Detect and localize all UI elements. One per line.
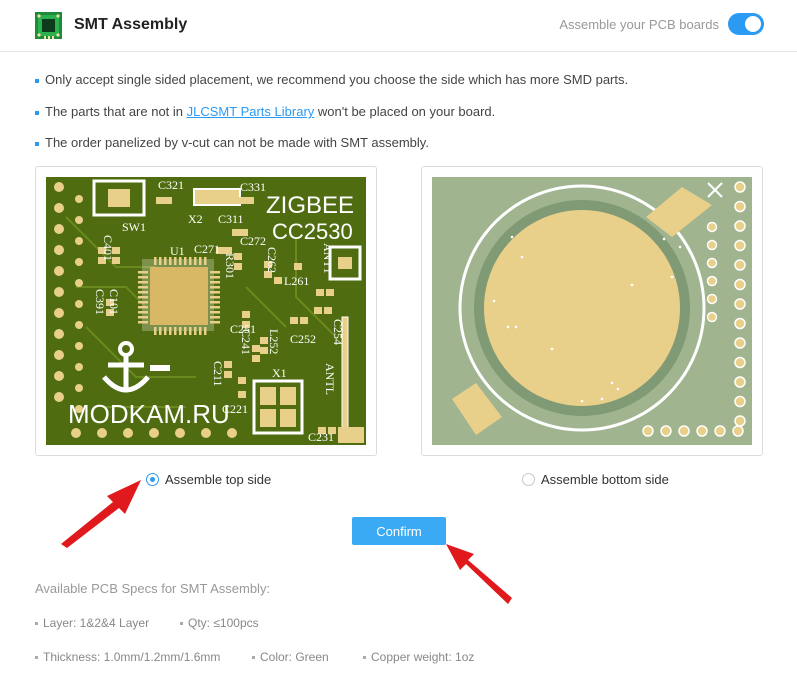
note-vcut: The order panelized by v-cut can not be … bbox=[35, 135, 429, 150]
parts-library-link[interactable]: JLCSMT Parts Library bbox=[187, 104, 315, 119]
top-side-preview[interactable]: ZIGBEE CC2530 MODKAM.RU SW1 X2 U1 X1 C32… bbox=[35, 166, 377, 456]
assemble-bottom-radio[interactable] bbox=[522, 473, 535, 486]
board-title-zigbee: ZIGBEE bbox=[266, 192, 354, 219]
label-c254: C254 bbox=[331, 319, 345, 345]
label-x1: X1 bbox=[272, 366, 287, 380]
spec-color-text: Color: Green bbox=[260, 650, 329, 664]
bullet-icon bbox=[35, 656, 38, 660]
bullet-icon bbox=[180, 622, 183, 626]
label-r301: R301 bbox=[223, 253, 237, 279]
board-brand-text: MODKAM.RU bbox=[68, 399, 230, 429]
label-c211: C211 bbox=[211, 361, 225, 387]
note-text-pre: The parts that are not in bbox=[45, 104, 187, 119]
label-c241: C241 bbox=[239, 329, 253, 355]
pcb-chip-icon bbox=[35, 12, 62, 39]
assemble-top-label: Assemble top side bbox=[165, 472, 272, 487]
label-c321: C321 bbox=[158, 178, 184, 192]
bullet-icon bbox=[252, 656, 255, 660]
bullet-icon bbox=[363, 656, 366, 660]
bullet-icon bbox=[35, 78, 39, 83]
page-header: SMT Assembly Assemble your PCB boards bbox=[0, 0, 797, 52]
label-c272: C272 bbox=[240, 234, 266, 248]
red-arrow-icon bbox=[61, 480, 141, 548]
note-single-side: Only accept single sided placement, we r… bbox=[35, 72, 628, 87]
note-text: The order panelized by v-cut can not be … bbox=[45, 135, 429, 150]
spec-layer-text: Layer: 1&2&4 Layer bbox=[43, 616, 150, 630]
label-u1: U1 bbox=[170, 244, 185, 258]
spec-copper: Copper weight: 1oz bbox=[363, 650, 474, 664]
label-antl: ANTL bbox=[323, 363, 337, 395]
spec-qty-text: Qty: ≤100pcs bbox=[188, 616, 259, 630]
label-c262: C262 bbox=[265, 247, 279, 273]
assemble-top-option[interactable]: Assemble top side bbox=[146, 472, 271, 487]
label-x2: X2 bbox=[188, 212, 203, 226]
toggle-knob bbox=[745, 16, 761, 32]
label-l261: L261 bbox=[284, 274, 309, 288]
note-parts-library: The parts that are not in JLCSMT Parts L… bbox=[35, 104, 495, 119]
spec-thickness-text: Thickness: 1.0mm/1.2mm/1.6mm bbox=[43, 650, 221, 664]
assemble-toggle-label: Assemble your PCB boards bbox=[559, 17, 719, 32]
bullet-icon bbox=[35, 141, 39, 146]
label-c221: C221 bbox=[222, 402, 248, 416]
assemble-bottom-option[interactable]: Assemble bottom side bbox=[522, 472, 669, 487]
bullet-icon bbox=[35, 622, 38, 626]
label-l252: L252 bbox=[267, 329, 281, 354]
label-c391: C391 bbox=[93, 289, 107, 315]
assemble-bottom-label: Assemble bottom side bbox=[541, 472, 669, 487]
label-c331: C331 bbox=[240, 180, 266, 194]
label-c101: C101 bbox=[107, 289, 121, 315]
label-c231: C231 bbox=[308, 430, 334, 444]
confirm-button[interactable]: Confirm bbox=[352, 517, 446, 545]
label-c252: C252 bbox=[290, 332, 316, 346]
spec-thickness: Thickness: 1.0mm/1.2mm/1.6mm bbox=[35, 650, 220, 664]
bottom-side-preview[interactable] bbox=[421, 166, 763, 456]
label-c271: C271 bbox=[194, 242, 220, 256]
label-sw1: SW1 bbox=[122, 220, 146, 234]
note-text: Only accept single sided placement, we r… bbox=[45, 72, 629, 87]
bottom-side-pcb-image bbox=[432, 177, 752, 445]
spec-qty: Qty: ≤100pcs bbox=[180, 616, 259, 630]
assemble-top-radio[interactable] bbox=[146, 473, 159, 486]
specs-title: Available PCB Specs for SMT Assembly: bbox=[35, 581, 271, 596]
bullet-icon bbox=[35, 110, 39, 115]
note-text-post: won't be placed on your board. bbox=[314, 104, 496, 119]
red-arrow-icon bbox=[446, 544, 512, 604]
label-c401: C401 bbox=[101, 235, 115, 261]
top-side-pcb-image: ZIGBEE CC2530 MODKAM.RU SW1 X2 U1 X1 C32… bbox=[46, 177, 366, 445]
spec-layer: Layer: 1&2&4 Layer bbox=[35, 616, 149, 630]
spec-color: Color: Green bbox=[252, 650, 329, 664]
page-title: SMT Assembly bbox=[74, 16, 188, 33]
assemble-toggle[interactable] bbox=[728, 13, 764, 35]
board-title-cc2530: CC2530 bbox=[272, 219, 353, 244]
spec-copper-text: Copper weight: 1oz bbox=[371, 650, 475, 664]
label-c311: C311 bbox=[218, 212, 244, 226]
